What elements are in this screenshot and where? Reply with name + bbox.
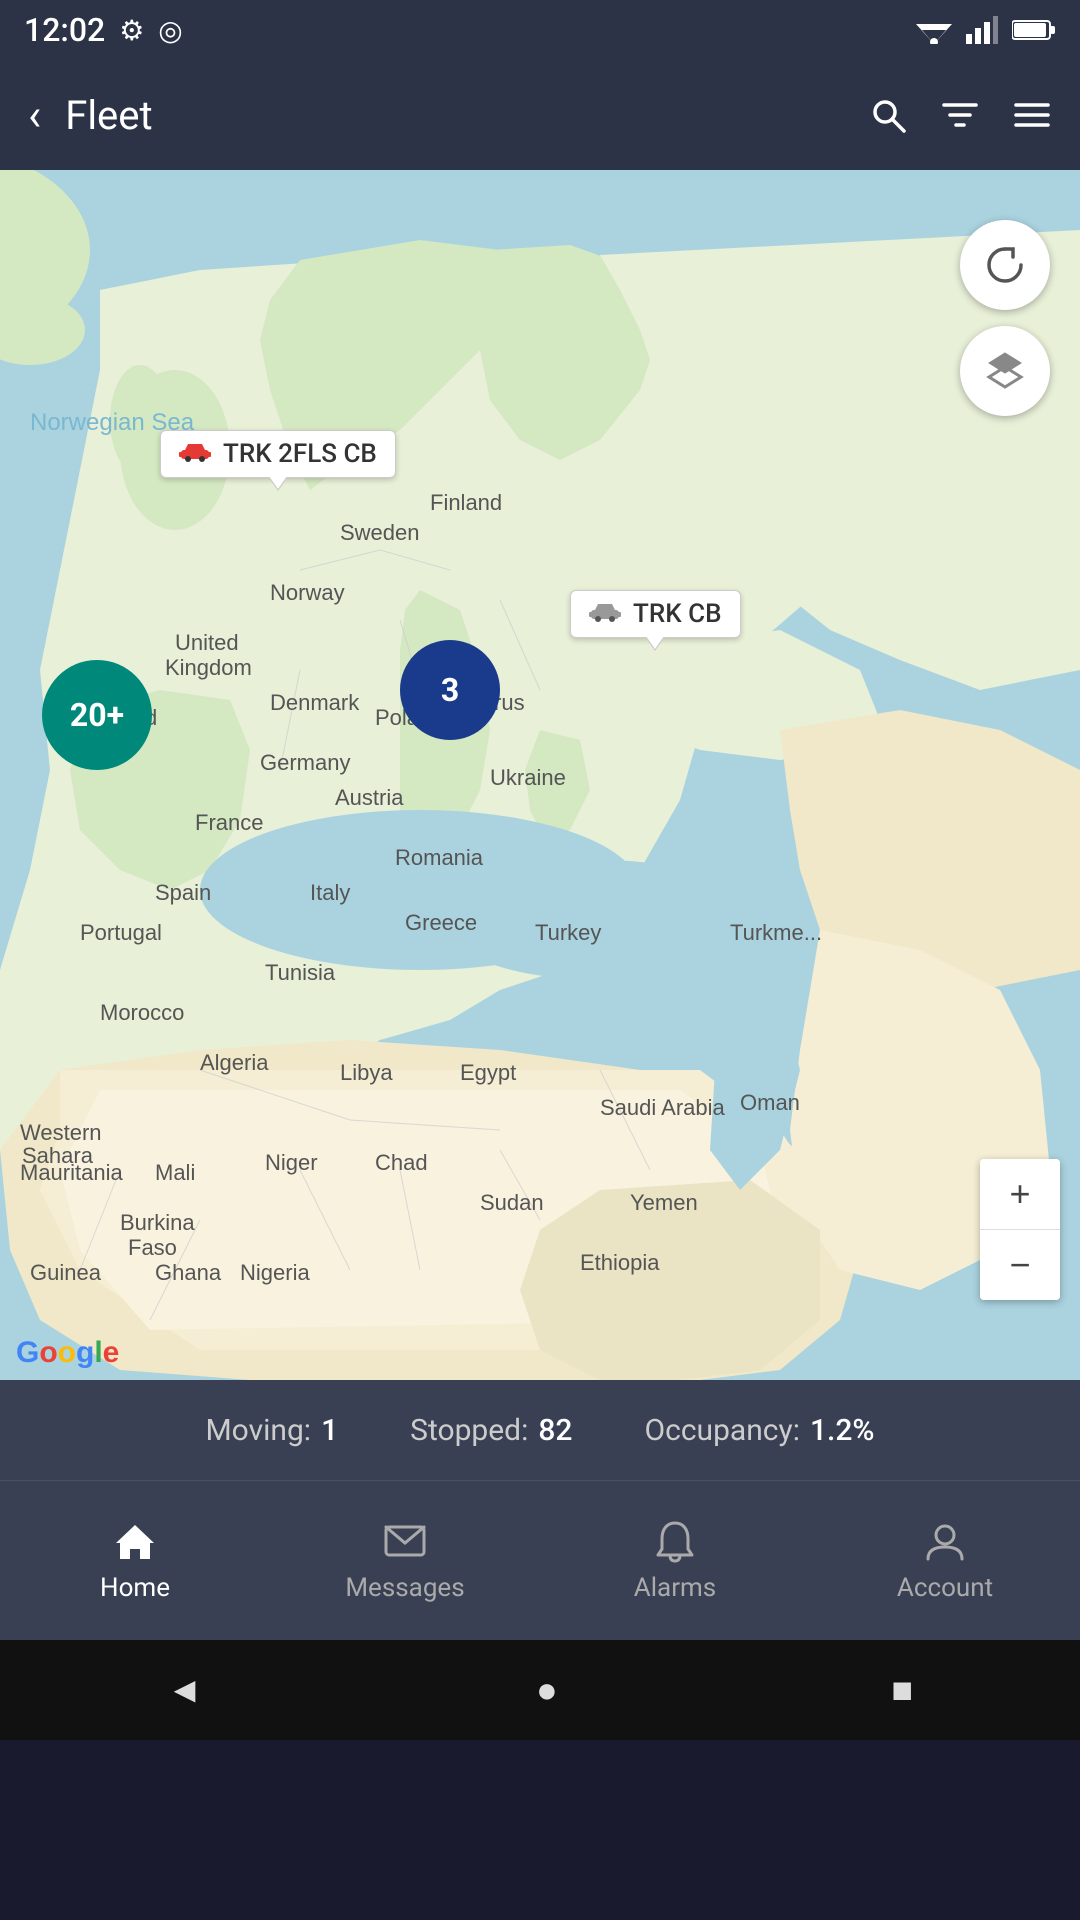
svg-text:Libya: Libya (340, 1060, 393, 1085)
svg-text:Mauritania: Mauritania (20, 1160, 123, 1185)
signal-icon (966, 16, 998, 44)
map-background: Norwegian Sea Sweden Finland Norway Unit… (0, 170, 1080, 1380)
svg-text:Kingdom: Kingdom (165, 655, 252, 680)
stopped-stat: Stopped: 82 (374, 1413, 608, 1448)
app-bar: ‹ Fleet (0, 60, 1080, 170)
vehicle-callout-trkcb[interactable]: TRK CB (570, 590, 741, 638)
svg-text:Turkey: Turkey (535, 920, 601, 945)
occupancy-label: Occupancy: (644, 1413, 799, 1448)
layers-button[interactable] (960, 326, 1050, 416)
alarms-icon (652, 1519, 698, 1565)
vehicle-callout-trk2fls[interactable]: TRK 2FLS CB (160, 430, 396, 478)
vehicle-label-trk2fls: TRK 2FLS CB (223, 439, 377, 469)
menu-icon[interactable] (1012, 95, 1052, 135)
occupancy-value: 1.2% (810, 1413, 875, 1448)
svg-text:Western: Western (20, 1120, 102, 1145)
at-icon: ◎ (158, 14, 182, 47)
nav-item-alarms[interactable]: Alarms (540, 1519, 810, 1603)
svg-text:France: France (195, 810, 263, 835)
svg-text:Finland: Finland (430, 490, 502, 515)
zoom-out-button[interactable]: − (980, 1230, 1060, 1300)
svg-text:Romania: Romania (395, 845, 484, 870)
nav-item-account[interactable]: Account (810, 1519, 1080, 1603)
svg-text:Sudan: Sudan (480, 1190, 544, 1215)
svg-text:Burkina: Burkina (120, 1210, 195, 1235)
svg-text:United: United (175, 630, 239, 655)
page-title: Fleet (65, 92, 868, 139)
svg-text:Ghana: Ghana (155, 1260, 222, 1285)
stopped-label: Stopped: (410, 1413, 528, 1448)
system-back-button[interactable]: ◄ (167, 1669, 203, 1711)
car-icon-gray (589, 599, 621, 629)
vehicle-label-trkcb: TRK CB (633, 599, 722, 629)
app-bar-actions (868, 95, 1052, 135)
google-logo: Google (16, 1335, 119, 1370)
nav-item-messages[interactable]: Messages (270, 1519, 540, 1603)
home-icon (112, 1519, 158, 1565)
svg-text:Saudi Arabia: Saudi Arabia (600, 1095, 726, 1120)
zoom-in-button[interactable]: + (980, 1159, 1060, 1229)
svg-text:Norway: Norway (270, 580, 345, 605)
svg-text:Sweden: Sweden (340, 520, 420, 545)
svg-text:Ethiopia: Ethiopia (580, 1250, 660, 1275)
account-icon (922, 1519, 968, 1565)
zoom-controls: + − (980, 1159, 1060, 1300)
status-bar: 12:02 ⚙ ◎ (0, 0, 1080, 60)
moving-stat: Moving: 1 (169, 1413, 374, 1448)
car-icon-red (179, 439, 211, 469)
cluster-3[interactable]: 3 (400, 640, 500, 740)
svg-text:Oman: Oman (740, 1090, 800, 1115)
back-button[interactable]: ‹ (28, 93, 41, 137)
moving-value: 1 (321, 1413, 338, 1448)
occupancy-stat: Occupancy: 1.2% (608, 1413, 910, 1448)
alarms-label: Alarms (634, 1573, 716, 1603)
map-controls (960, 220, 1050, 416)
svg-text:Ukraine: Ukraine (490, 765, 566, 790)
battery-icon (1012, 18, 1056, 42)
svg-text:Denmark: Denmark (270, 690, 360, 715)
home-label: Home (100, 1573, 170, 1603)
refresh-button[interactable] (960, 220, 1050, 310)
cluster-20-plus[interactable]: 20+ (42, 660, 152, 770)
stats-bar: Moving: 1 Stopped: 82 Occupancy: 1.2% (0, 1380, 1080, 1480)
moving-label: Moving: (205, 1413, 311, 1448)
svg-text:Tunisia: Tunisia (265, 960, 336, 985)
svg-text:Morocco: Morocco (100, 1000, 184, 1025)
svg-text:Yemen: Yemen (630, 1190, 698, 1215)
account-label: Account (897, 1573, 993, 1603)
system-nav-bar: ◄ ● ■ (0, 1640, 1080, 1740)
system-recent-button[interactable]: ■ (891, 1669, 913, 1711)
svg-text:Austria: Austria (335, 785, 404, 810)
nav-item-home[interactable]: Home (0, 1519, 270, 1603)
svg-text:Chad: Chad (375, 1150, 428, 1175)
svg-text:Faso: Faso (128, 1235, 177, 1260)
svg-text:Turkme...: Turkme... (730, 920, 822, 945)
system-home-button[interactable]: ● (536, 1669, 558, 1711)
svg-text:Italy: Italy (310, 880, 350, 905)
svg-text:Mali: Mali (155, 1160, 195, 1185)
stopped-value: 82 (538, 1413, 572, 1448)
messages-label: Messages (345, 1573, 464, 1603)
svg-text:Guinea: Guinea (30, 1260, 102, 1285)
status-time: 12:02 (24, 11, 105, 49)
wifi-icon (916, 16, 952, 44)
settings-icon: ⚙ (119, 14, 144, 47)
filter-icon[interactable] (940, 95, 980, 135)
map-area[interactable]: Norwegian Sea Sweden Finland Norway Unit… (0, 170, 1080, 1380)
svg-text:Portugal: Portugal (80, 920, 162, 945)
svg-text:Niger: Niger (265, 1150, 318, 1175)
svg-text:Egypt: Egypt (460, 1060, 516, 1085)
messages-icon (382, 1519, 428, 1565)
svg-text:Algeria: Algeria (200, 1050, 269, 1075)
svg-text:Spain: Spain (155, 880, 211, 905)
svg-text:Germany: Germany (260, 750, 350, 775)
svg-text:Greece: Greece (405, 910, 477, 935)
svg-text:Nigeria: Nigeria (240, 1260, 310, 1285)
search-icon[interactable] (868, 95, 908, 135)
bottom-nav: Home Messages Alarms Account (0, 1480, 1080, 1640)
